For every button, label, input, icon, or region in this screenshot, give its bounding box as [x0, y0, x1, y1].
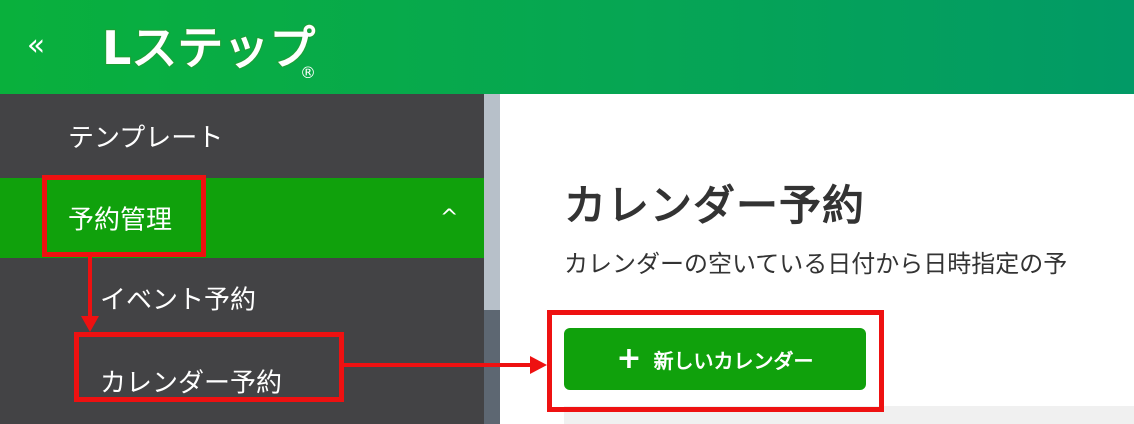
logo-text: Lステップ	[102, 21, 315, 75]
highlight-box-new-calendar-button	[547, 310, 884, 412]
lstep-logo[interactable]: Lステップ ®	[98, 12, 328, 82]
highlight-box-calendar-booking	[74, 332, 344, 402]
sidebar-scrollbar-thumb[interactable]	[484, 310, 500, 424]
app-header: « Lステップ ®	[0, 0, 1134, 94]
sidebar-item-template[interactable]: テンプレート	[0, 94, 484, 178]
sidebar-item-label: イベント予約	[100, 285, 257, 316]
sidebar-item-event-booking[interactable]: イベント予約	[0, 258, 484, 338]
logo-registered-mark: ®	[300, 63, 316, 82]
highlight-box-booking-management	[42, 175, 206, 257]
double-chevron-left-icon[interactable]: «	[18, 30, 54, 64]
page-description: カレンダーの空いている日付から日時指定の予	[564, 250, 1068, 278]
chevron-up-icon: ^	[440, 205, 459, 231]
sidebar-item-label: テンプレート	[68, 123, 224, 154]
page-title: カレンダー予約	[564, 181, 866, 230]
